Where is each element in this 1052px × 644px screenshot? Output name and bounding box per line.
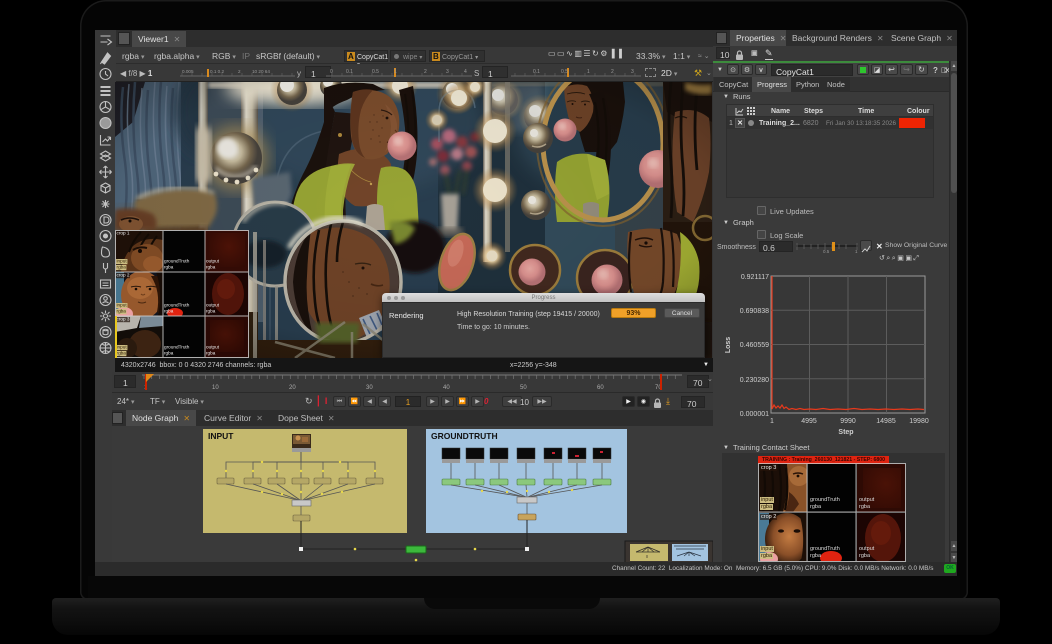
svg-text:0.5: 0.5: [372, 69, 379, 75]
svg-text:0.000001: 0.000001: [740, 411, 769, 418]
svg-text:0.1: 0.1: [533, 69, 540, 75]
svg-text:10: 10: [212, 385, 219, 391]
svg-text:2: 2: [238, 69, 241, 74]
svg-text:2: 2: [424, 69, 427, 75]
svg-text:1: 1: [394, 69, 397, 75]
svg-text:0.1 0.2: 0.1 0.2: [210, 69, 224, 74]
svg-text:Step: Step: [838, 429, 853, 436]
svg-text:2: 2: [611, 69, 614, 75]
svg-text:0.921117: 0.921117: [741, 274, 769, 281]
svg-text:50: 50: [520, 385, 527, 391]
svg-text:4995: 4995: [801, 418, 817, 425]
svg-text:30: 30: [366, 385, 373, 391]
svg-text:3: 3: [446, 69, 449, 75]
svg-text:10 20 64: 10 20 64: [252, 69, 270, 74]
svg-text:0: 0: [330, 69, 333, 75]
svg-text:3: 3: [631, 69, 634, 75]
svg-text:1: 1: [587, 69, 590, 75]
svg-text:Loss: Loss: [725, 337, 732, 353]
svg-text:19980: 19980: [909, 418, 929, 425]
svg-text:60: 60: [597, 385, 604, 391]
svg-text:0.460559: 0.460559: [740, 342, 769, 349]
svg-text:1: 1: [855, 249, 858, 253]
svg-text:0.690838: 0.690838: [740, 308, 769, 315]
svg-text:1: 1: [770, 418, 774, 425]
svg-text:0.5: 0.5: [823, 249, 830, 253]
svg-text:INPUT: INPUT: [208, 431, 234, 441]
svg-text:GROUNDTRUTH: GROUNDTRUTH: [431, 431, 498, 441]
svg-text:9990: 9990: [840, 418, 856, 425]
svg-text:0.1: 0.1: [346, 69, 353, 75]
svg-text:0.230280: 0.230280: [740, 377, 769, 384]
svg-text:40: 40: [443, 385, 450, 391]
svg-text:14985: 14985: [876, 418, 896, 425]
svg-text:0.005: 0.005: [182, 69, 194, 74]
svg-text:4: 4: [464, 69, 467, 75]
svg-text:20: 20: [289, 385, 296, 391]
svg-text:0.5: 0.5: [561, 69, 568, 75]
